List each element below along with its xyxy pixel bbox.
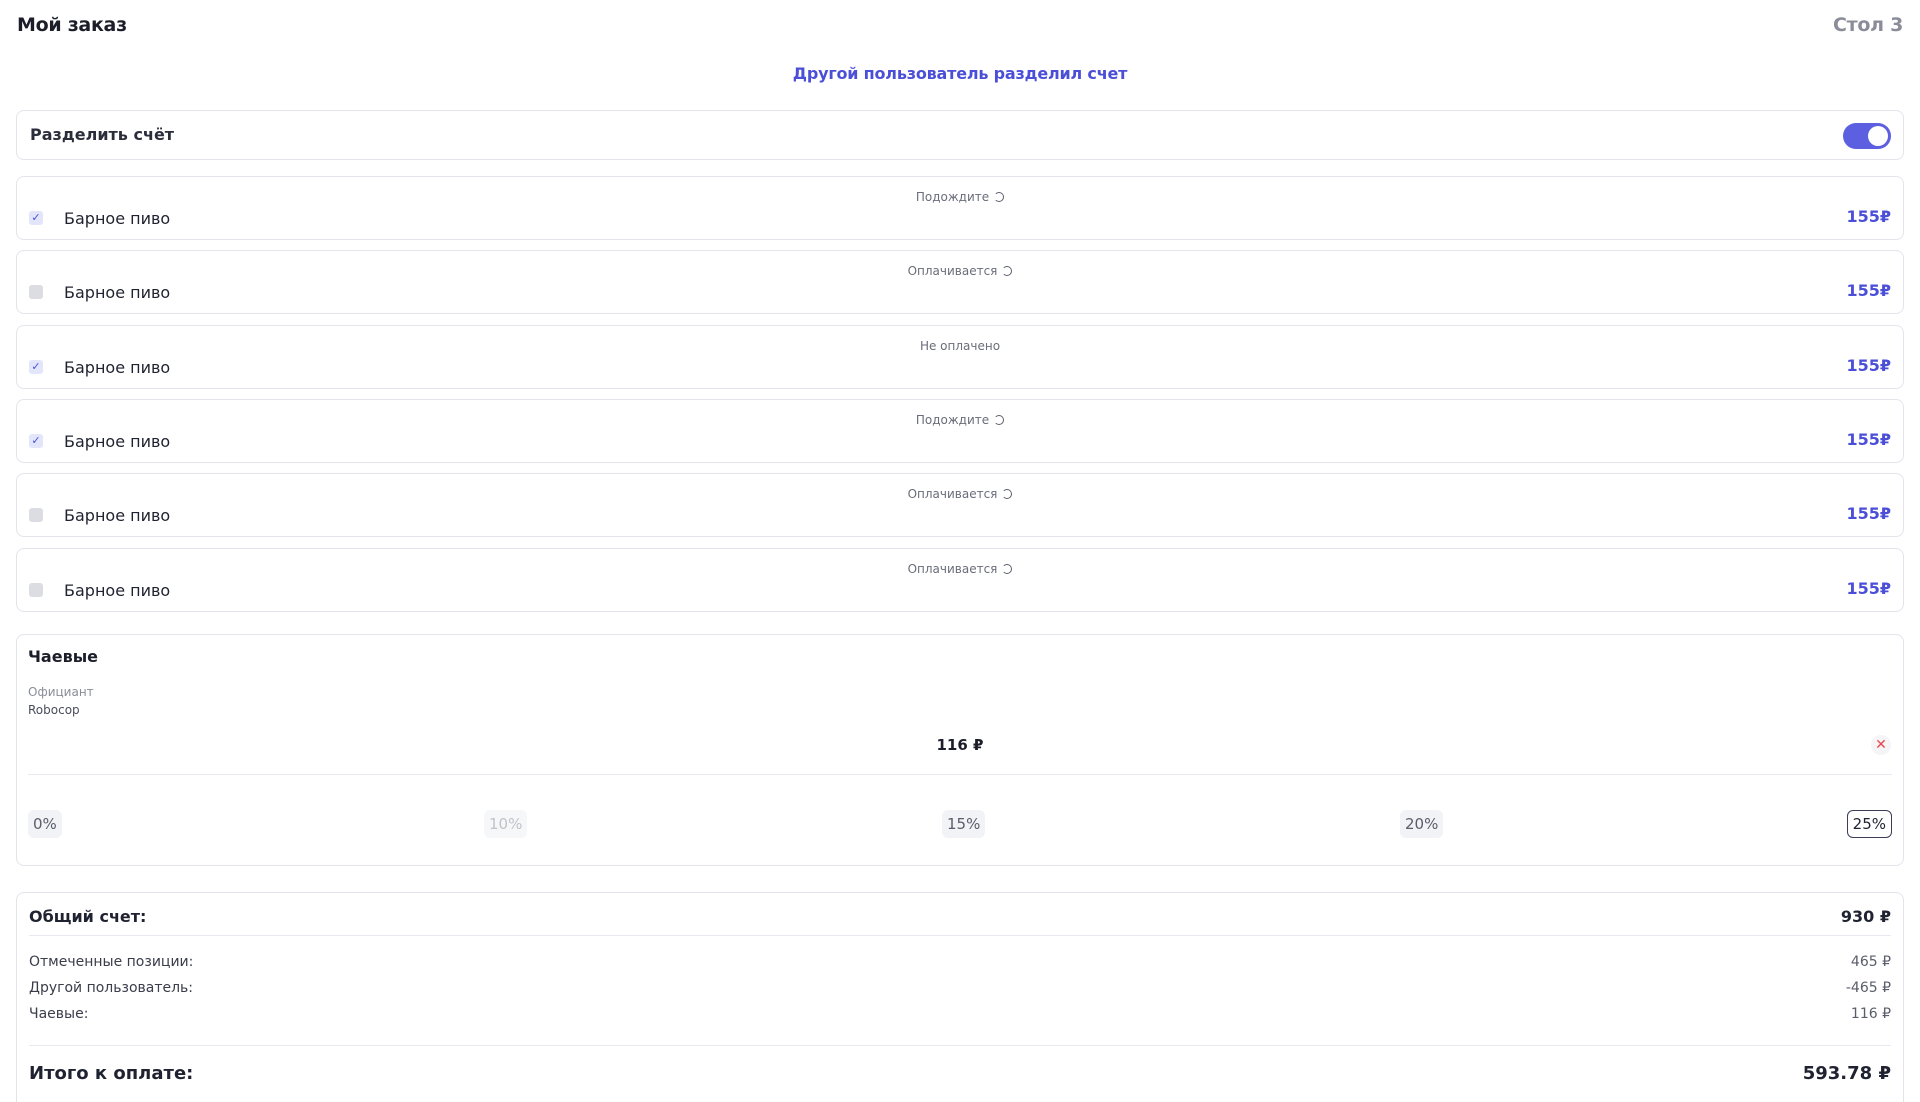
page-title: Мой заказ bbox=[17, 14, 127, 36]
tip-option-0[interactable]: 0% bbox=[28, 810, 62, 838]
item-price: 155₽ bbox=[1846, 504, 1891, 524]
tips-summary-label: Чаевые: bbox=[29, 1006, 89, 1022]
other-user-value: -465 ₽ bbox=[1845, 980, 1891, 996]
split-bill-toggle[interactable] bbox=[1843, 123, 1891, 149]
order-item: Не оплачено ✓ Барное пиво 155₽ bbox=[16, 324, 1904, 389]
item-status: Подождите bbox=[17, 190, 1903, 204]
item-status-text: Подождите bbox=[915, 190, 990, 204]
item-status-text: Не оплачено bbox=[919, 338, 1001, 353]
order-item: Оплачивается Барное пиво 155₽ bbox=[16, 547, 1904, 612]
total-value: 930 ₽ bbox=[1840, 907, 1891, 926]
item-status-text: Оплачивается bbox=[907, 561, 998, 576]
order-item: Оплачивается Барное пиво 155₽ bbox=[16, 250, 1904, 315]
split-bill-label: Разделить счёт bbox=[30, 125, 175, 144]
item-status: Оплачивается bbox=[17, 562, 1903, 576]
item-status: Оплачивается bbox=[17, 487, 1903, 501]
split-bill-card: Разделить счёт bbox=[16, 110, 1904, 160]
order-page: Мой заказ Стол 3 Другой пользователь раз… bbox=[0, 0, 1920, 1102]
item-price: 155₽ bbox=[1846, 429, 1891, 449]
tip-option-20[interactable]: 20% bbox=[1400, 810, 1444, 838]
item-checkbox[interactable]: ✓ bbox=[29, 359, 43, 374]
total-label: Общий счет: bbox=[29, 907, 147, 926]
clear-tip-icon[interactable]: ✕ bbox=[1871, 735, 1891, 755]
header: Мой заказ Стол 3 bbox=[17, 14, 1903, 44]
item-checkbox[interactable] bbox=[29, 582, 43, 597]
order-item: Подождите ✓ Барное пиво 155₽ bbox=[16, 398, 1904, 463]
item-status: Не оплачено bbox=[17, 339, 1903, 353]
item-checkbox[interactable]: ✓ bbox=[29, 433, 43, 448]
item-name: Барное пиво bbox=[64, 209, 171, 228]
order-item: Оплачивается Барное пиво 155₽ bbox=[16, 473, 1904, 538]
item-checkbox[interactable] bbox=[29, 508, 43, 523]
tip-amount: 116 ₽ bbox=[936, 736, 984, 754]
waiter-name: Robocop bbox=[28, 703, 80, 717]
item-name: Барное пиво bbox=[64, 506, 171, 526]
tips-card: Чаевые Официант Robocop 116 ₽ ✕ 0% 10% 1… bbox=[16, 634, 1904, 866]
selected-items-value: 465 ₽ bbox=[1850, 954, 1891, 970]
tip-option-25[interactable]: 25% bbox=[1846, 810, 1892, 838]
item-name: Барное пиво bbox=[64, 357, 171, 377]
item-status: Подождите bbox=[17, 413, 1903, 427]
table-number: Стол 3 bbox=[1833, 14, 1903, 36]
item-checkbox[interactable] bbox=[29, 285, 43, 300]
tip-option-15[interactable]: 15% bbox=[942, 810, 986, 838]
item-name: Барное пиво bbox=[64, 431, 171, 451]
item-status-text: Оплачивается bbox=[907, 264, 998, 279]
order-item: Подождите ✓ Барное пиво 155₽ bbox=[16, 176, 1904, 240]
grand-total-value: 593.78 ₽ bbox=[1802, 1063, 1891, 1084]
summary-card: Общий счет: 930 ₽ Отмеченные позиции: 46… bbox=[16, 892, 1904, 1102]
item-status-text: Подождите bbox=[915, 412, 990, 427]
item-name: Барное пиво bbox=[64, 580, 171, 600]
divider bbox=[28, 774, 1892, 775]
divider bbox=[29, 935, 1891, 936]
item-name: Барное пиво bbox=[64, 283, 171, 303]
toggle-knob bbox=[1868, 126, 1888, 146]
split-notice: Другой пользователь разделил счет bbox=[792, 64, 1128, 83]
loading-spinner-icon bbox=[1002, 489, 1013, 500]
item-price: 155₽ bbox=[1846, 355, 1891, 375]
tips-title: Чаевые bbox=[28, 647, 99, 666]
other-user-label: Другой пользователь: bbox=[29, 980, 194, 996]
item-price: 155₽ bbox=[1846, 578, 1891, 598]
loading-spinner-icon bbox=[994, 414, 1005, 425]
item-status-text: Оплачивается bbox=[907, 487, 998, 502]
item-price: 155₽ bbox=[1846, 281, 1891, 301]
divider bbox=[29, 1045, 1891, 1046]
item-checkbox[interactable]: ✓ bbox=[29, 211, 43, 225]
loading-spinner-icon bbox=[1002, 563, 1013, 574]
loading-spinner-icon bbox=[1002, 266, 1013, 277]
loading-spinner-icon bbox=[994, 192, 1005, 202]
tip-option-10[interactable]: 10% bbox=[484, 810, 528, 838]
grand-total-label: Итого к оплате: bbox=[29, 1063, 194, 1084]
item-status: Оплачивается bbox=[17, 264, 1903, 278]
selected-items-label: Отмеченные позиции: bbox=[29, 954, 194, 970]
item-price: 155₽ bbox=[1846, 207, 1891, 226]
tips-summary-value: 116 ₽ bbox=[1850, 1006, 1891, 1022]
waiter-label: Официант bbox=[28, 685, 94, 699]
